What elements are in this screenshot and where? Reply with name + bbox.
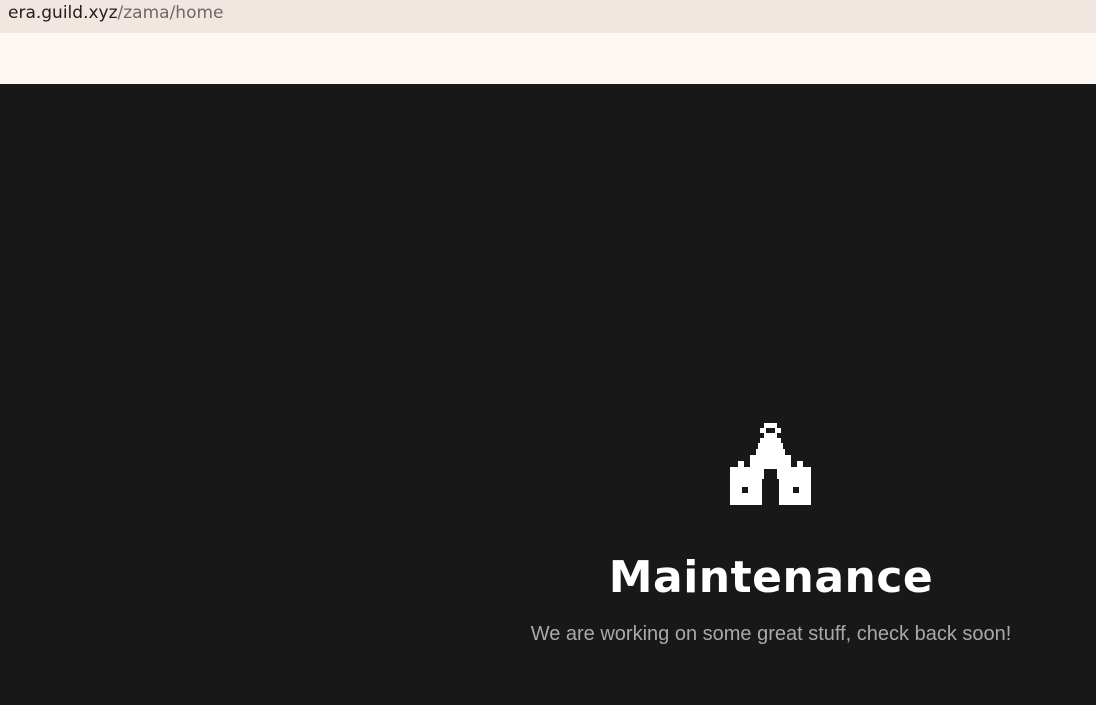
- url-path: /zama/home: [117, 3, 224, 23]
- castle-icon: [730, 423, 811, 505]
- page-header-bar: [0, 33, 1096, 84]
- maintenance-message: We are working on some great stuff, chec…: [530, 623, 1012, 645]
- address-bar[interactable]: era.guild.xyz/zama/home: [0, 0, 1096, 33]
- page-title: Maintenance: [608, 552, 934, 603]
- maintenance-page: [0, 84, 1096, 705]
- url-text[interactable]: era.guild.xyz/zama/home: [8, 3, 224, 23]
- url-domain: era.guild.xyz: [8, 3, 118, 23]
